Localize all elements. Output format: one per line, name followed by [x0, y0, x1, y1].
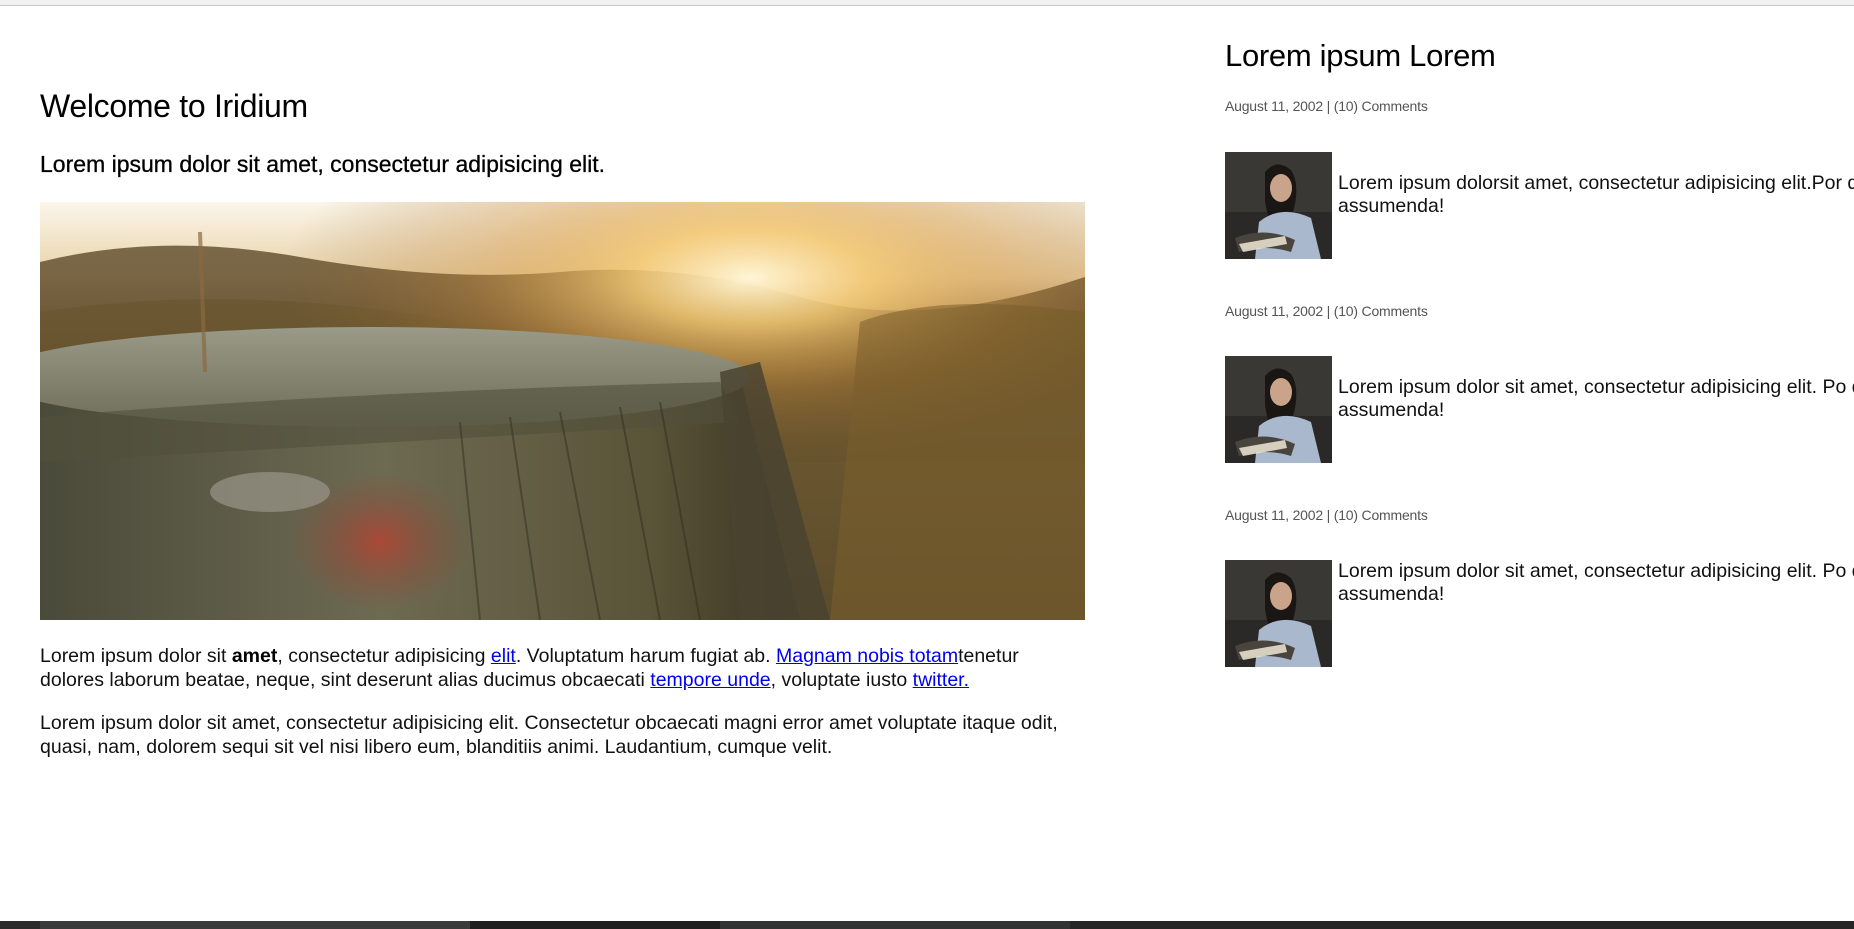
- post-item: August 11, 2002 | (10) Comments Lorem ip…: [1225, 507, 1854, 667]
- main-content: Welcome to Iridium Lorem ipsum dolor sit…: [40, 88, 1086, 759]
- post-thumbnail[interactable]: [1225, 560, 1332, 667]
- sidebar: Lorem ipsum Lorem August 11, 2002 | (10)…: [1225, 38, 1854, 667]
- post-meta: August 11, 2002 | (10) Comments: [1225, 507, 1428, 523]
- paragraph-text: . Voluptatum harum fugiat ab.: [515, 645, 776, 667]
- paragraph-text: Lorem ipsum dolor sit: [40, 645, 232, 667]
- link-magnam[interactable]: Magnam nobis totam: [776, 645, 958, 667]
- post-meta: August 11, 2002 | (10) Comments: [1225, 98, 1428, 114]
- post-body: Lorem ipsum dolorsit amet, consectetur a…: [1225, 152, 1854, 259]
- post-excerpt: Lorem ipsum dolorsit amet, consectetur a…: [1338, 172, 1854, 217]
- page-subtitle: Lorem ipsum dolor sit amet, consectetur …: [40, 151, 606, 177]
- paragraph-text: , voluptate iusto: [770, 669, 913, 691]
- intro-paragraph: Lorem ipsum dolor sit amet, consectetur …: [40, 644, 1086, 692]
- post-excerpt: Lorem ipsum dolor sit amet, consectetur …: [1338, 560, 1854, 605]
- second-paragraph: Lorem ipsum dolor sit amet, consectetur …: [40, 712, 1058, 758]
- link-twitter[interactable]: twitter.: [913, 669, 969, 691]
- post-body: Lorem ipsum dolor sit amet, consectetur …: [1225, 560, 1854, 667]
- footer-band: [0, 921, 1854, 929]
- page: Welcome to Iridium Lorem ipsum dolor sit…: [0, 0, 1854, 929]
- post-item: August 11, 2002 | (10) Comments Lorem ip…: [1225, 98, 1854, 259]
- bold-text: amet: [231, 645, 278, 667]
- post-excerpt: Lorem ipsum dolor sit amet, consectetur …: [1338, 376, 1854, 421]
- link-tempore[interactable]: tempore unde: [650, 669, 770, 691]
- hero-image: [40, 202, 1085, 620]
- post-item: August 11, 2002 | (10) Comments Lorem ip…: [1225, 303, 1854, 463]
- post-thumbnail[interactable]: [1225, 152, 1332, 259]
- top-rule: [0, 0, 1854, 6]
- post-body: Lorem ipsum dolor sit amet, consectetur …: [1225, 356, 1854, 463]
- post-meta: August 11, 2002 | (10) Comments: [1225, 303, 1428, 319]
- page-title: Welcome to Iridium: [40, 88, 308, 124]
- post-thumbnail[interactable]: [1225, 356, 1332, 463]
- link-elit[interactable]: elit: [491, 645, 516, 667]
- sidebar-title: Lorem ipsum Lorem: [1225, 38, 1496, 73]
- paragraph-text: , consectetur adipisicing: [277, 645, 491, 667]
